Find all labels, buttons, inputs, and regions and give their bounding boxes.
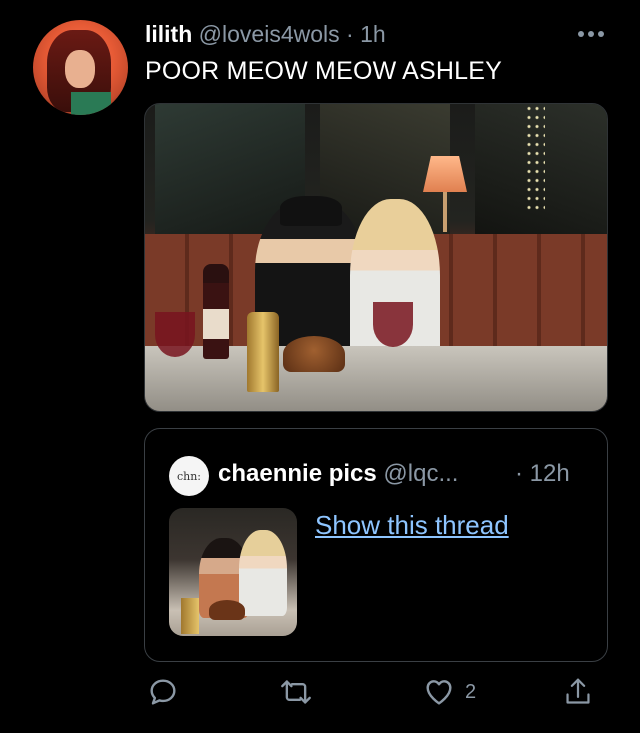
tweet-header: lilith @loveis4wols · 1h [145,19,386,49]
quote-author-name[interactable]: chaennie pics [218,460,377,487]
photo-table-lamp [247,312,279,392]
retweet-icon[interactable] [279,676,313,708]
avatar-face [65,50,95,88]
quote-author-handle[interactable]: @lqc... [383,460,458,487]
quote-thumbnail[interactable] [169,508,297,636]
tweet-time[interactable]: 1h [360,21,386,47]
tweet-photo[interactable] [144,103,608,412]
author-handle[interactable]: @loveis4wols [199,21,340,47]
more-horizontal-icon[interactable] [578,31,604,37]
quote-time[interactable]: · 12h [515,458,570,490]
reply-icon[interactable] [147,676,179,708]
thumb-person-right [239,530,287,616]
photo-wine-glass [373,302,413,347]
show-thread-link[interactable]: Show this thread [315,508,509,542]
photo-string-lights [525,104,545,214]
thumb-lamp [181,598,199,634]
tweet-text: POOR MEOW MEOW ASHLEY [145,57,503,85]
separator: · [346,21,354,47]
photo-bottle-label [203,309,229,339]
heart-icon [423,676,455,708]
photo-wine-glass [155,312,195,357]
avatar-clothing [71,92,111,115]
more-dot [588,31,594,37]
author-name[interactable]: lilith [145,21,192,47]
photo-cake [283,336,345,372]
like-button[interactable]: 2 [423,676,476,708]
photo-cap [280,196,342,226]
tweet[interactable]: lilith @loveis4wols · 1h POOR MEOW MEOW … [0,0,640,733]
action-bar: 2 [0,676,640,716]
quote-avatar[interactable]: chn: [169,456,209,496]
share-icon[interactable] [563,676,593,708]
thumb-cake [209,600,245,620]
quote-tweet[interactable]: chn: chaennie pics @lqc... · 12h Show th… [144,428,608,662]
author-avatar[interactable] [33,20,128,115]
quote-header: chaennie pics @lqc... [218,458,458,490]
more-dot [598,31,604,37]
more-dot [578,31,584,37]
photo-lamp-pole [443,192,447,232]
like-count: 2 [465,680,477,703]
